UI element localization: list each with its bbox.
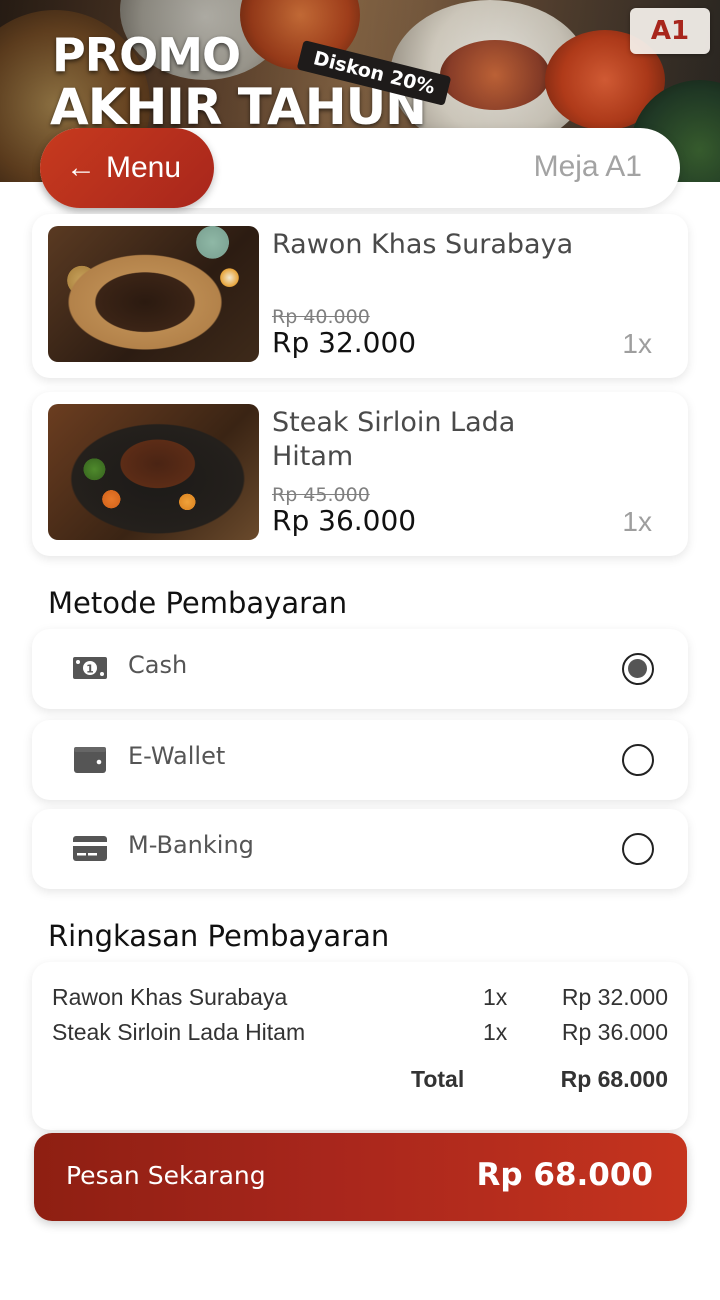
item-original-price: Rp 40.000	[272, 306, 370, 328]
summary-item-qty: 1x	[483, 1019, 508, 1045]
table-label: Meja A1	[533, 150, 642, 183]
credit-card-icon	[73, 836, 107, 861]
item-name: Steak Sirloin Lada Hitam	[272, 407, 516, 472]
cart-item[interactable]: Steak Sirloin Lada Hitam Rp 45.000 Rp 36…	[32, 392, 688, 556]
summary-item-name: Steak Sirloin Lada Hitam	[52, 1019, 306, 1045]
radio-button[interactable]	[622, 833, 654, 865]
wallet-icon	[74, 747, 106, 773]
payment-option-label: Cash	[128, 651, 188, 679]
summary-total-value: Rp 68.000	[560, 1066, 668, 1092]
order-total-amount: Rp 68.000	[476, 1157, 653, 1193]
item-original-price: Rp 45.000	[272, 484, 370, 506]
summary-row: Steak Sirloin Lada Hitam 1x Rp 36.000	[52, 1019, 668, 1049]
rawon-dish-photo	[48, 226, 259, 362]
steak-sizzling-plate-photo	[48, 404, 259, 540]
payment-summary-title: Ringkasan Pembayaran	[48, 919, 390, 953]
item-quantity: 1x	[622, 328, 652, 359]
summary-row: Rawon Khas Surabaya 1x Rp 32.000	[52, 984, 668, 1014]
payment-option-label: M-Banking	[128, 831, 254, 859]
arrow-left-icon: ←	[66, 151, 96, 184]
payment-option-mbanking[interactable]: M-Banking	[32, 809, 688, 889]
order-now-button[interactable]: Pesan Sekarang Rp 68.000	[34, 1133, 687, 1221]
item-quantity: 1x	[622, 506, 652, 537]
svg-text:1: 1	[86, 663, 94, 676]
payment-summary-card: Rawon Khas Surabaya 1x Rp 32.000 Steak S…	[32, 962, 688, 1130]
back-button-label: Menu	[106, 151, 182, 184]
item-price: Rp 36.000	[272, 504, 417, 537]
summary-item-price: Rp 32.000	[561, 984, 668, 1010]
back-to-menu-button[interactable]: ← Menu	[40, 128, 214, 208]
payment-method-title: Metode Pembayaran	[48, 586, 348, 620]
summary-item-qty: 1x	[483, 984, 508, 1010]
radio-button-selected[interactable]	[622, 653, 654, 685]
order-button-label: Pesan Sekarang	[66, 1161, 266, 1190]
promo-title-line1: PROMO	[52, 28, 241, 82]
cash-icon: 1	[73, 657, 107, 679]
payment-option-label: E-Wallet	[128, 742, 226, 770]
summary-item-name: Rawon Khas Surabaya	[52, 984, 288, 1010]
cart-item[interactable]: Rawon Khas Surabaya Rp 40.000 Rp 32.000 …	[32, 214, 688, 378]
radio-button[interactable]	[622, 744, 654, 776]
payment-option-cash[interactable]: 1 Cash	[32, 629, 688, 709]
item-name: Rawon Khas Surabaya	[272, 229, 574, 260]
summary-total-label: Total	[411, 1066, 465, 1092]
item-price: Rp 32.000	[272, 326, 417, 359]
payment-option-ewallet[interactable]: E-Wallet	[32, 720, 688, 800]
table-badge: A1	[630, 8, 710, 54]
summary-item-price: Rp 36.000	[561, 1019, 668, 1045]
